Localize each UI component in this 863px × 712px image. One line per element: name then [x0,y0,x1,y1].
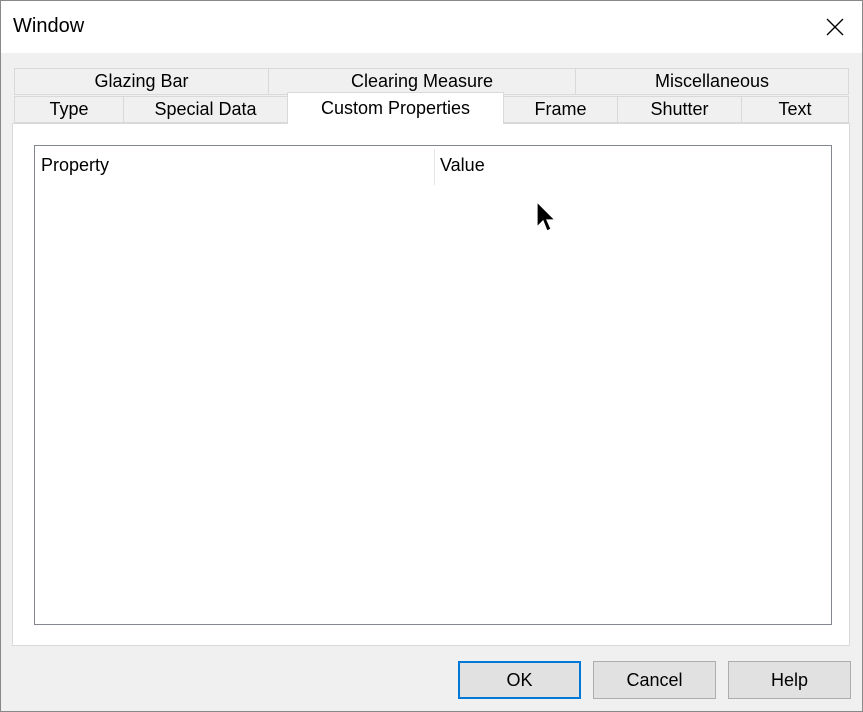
column-header-value[interactable]: Value [434,146,831,184]
window-title: Window [13,15,85,37]
tab-custom-properties[interactable]: Custom Properties [287,92,504,124]
properties-list[interactable]: Property Value [34,145,832,625]
tab-label: Clearing Measure [350,71,494,91]
tab-label: Glazing Bar [94,71,189,91]
title-bar: Window [1,1,862,53]
tab-glazing-bar[interactable]: Glazing Bar [14,68,269,95]
tab-special-data[interactable]: Special Data [123,96,288,123]
tab-label: Miscellaneous [654,71,770,91]
column-header-label: Property [41,154,110,175]
tab-label: Text [778,99,812,119]
column-header-property[interactable]: Property [35,146,434,184]
ok-button-label: OK [506,669,533,690]
column-header-label: Value [440,154,485,175]
cancel-button-label: Cancel [626,669,683,690]
tab-text[interactable]: Text [741,96,849,123]
tab-label: Frame [534,99,587,119]
ok-button[interactable]: OK [458,661,581,699]
tab-shutter[interactable]: Shutter [617,96,742,123]
tab-frame[interactable]: Frame [503,96,618,123]
close-button[interactable] [808,1,862,53]
tab-label: Custom Properties [320,98,471,118]
tab-label: Shutter [650,99,709,119]
window-dialog: Window Glazing Bar Clearing Measure Misc… [0,0,863,712]
help-button-label: Help [770,669,809,690]
tab-label: Special Data [154,99,257,119]
mouse-pointer-icon [536,201,556,232]
custom-properties-panel: Property Value [12,123,850,646]
tab-miscellaneous[interactable]: Miscellaneous [575,68,849,95]
help-button[interactable]: Help [728,661,851,699]
tab-label: Type [49,99,89,119]
cancel-button[interactable]: Cancel [593,661,716,699]
close-icon [826,18,844,36]
tab-type[interactable]: Type [14,96,124,123]
tab-clearing-measure[interactable]: Clearing Measure [268,68,576,95]
